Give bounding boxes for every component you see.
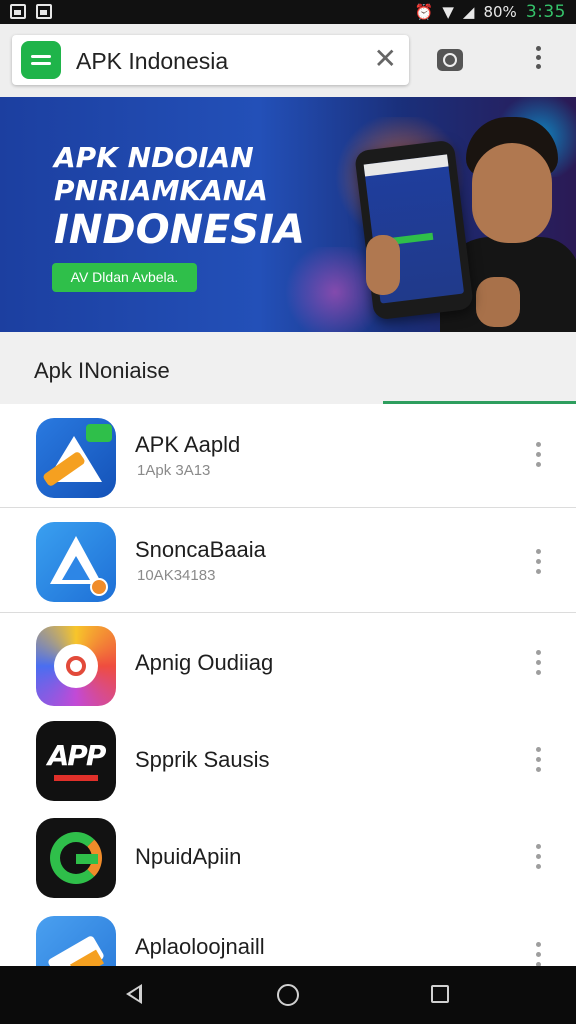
- banner-title-line2: PNRIAMKANA: [54, 174, 268, 207]
- banner-title-line3: INDONESIA: [54, 207, 306, 253]
- app-name: Apnig Oudiiag: [135, 650, 274, 675]
- more-vert-icon[interactable]: [528, 650, 548, 682]
- list-item[interactable]: SnoncaBaaia 10AK34183: [0, 509, 576, 613]
- app-logo-icon: [21, 41, 61, 79]
- image-notification-icon: [10, 4, 26, 19]
- recents-icon[interactable]: [431, 985, 449, 1003]
- circle-gradient-icon: [36, 626, 116, 706]
- section-header: Apk INoniaise: [0, 332, 576, 404]
- clock: 3:35: [525, 2, 566, 22]
- more-vert-icon[interactable]: [528, 442, 548, 474]
- apk-arrow-icon: [36, 418, 116, 498]
- camera-icon[interactable]: [437, 49, 463, 71]
- app-name: Aplaoloojnaill: [135, 934, 265, 959]
- home-icon[interactable]: [277, 984, 299, 1006]
- list-item[interactable]: APK Aapld 1Apk 3A13: [0, 404, 576, 508]
- list-item[interactable]: APP Spprik Sausis: [0, 715, 576, 819]
- app-name: SnoncaBaaia: [135, 537, 266, 562]
- alarm-icon: ⏰: [414, 3, 434, 21]
- more-vert-icon[interactable]: [528, 549, 548, 581]
- app-name: APK Aapld: [135, 432, 241, 457]
- close-icon[interactable]: ✕: [374, 44, 397, 74]
- image-notification-icon: [36, 4, 52, 19]
- search-box[interactable]: APK Indonesia ✕: [12, 35, 409, 85]
- list-item[interactable]: Apnig Oudiiag: [0, 614, 576, 718]
- signal-icon: ◢: [462, 3, 475, 21]
- app-subtitle: 10AK34183: [137, 567, 216, 584]
- more-vert-icon[interactable]: [528, 46, 548, 76]
- app-name: Spprik Sausis: [135, 747, 270, 772]
- app-text-icon: APP: [36, 721, 116, 801]
- a-triangle-icon: [36, 522, 116, 602]
- banner-cta-button[interactable]: AV Dldan Avbela.: [52, 263, 197, 292]
- promo-banner[interactable]: APK NDOIAN PNRIAMKANA INDONESIA AV Dldan…: [0, 97, 576, 332]
- navigation-bar: [0, 966, 576, 1024]
- banner-title-line1: APK NDOIAN: [54, 141, 254, 174]
- banner-phone-image: [354, 139, 474, 321]
- app-list: APK Aapld 1Apk 3A13 SnoncaBaaia 10AK3418…: [0, 404, 576, 966]
- app-name: NpuidApiin: [135, 844, 242, 869]
- top-bar: APK Indonesia ✕: [0, 24, 576, 97]
- list-item[interactable]: NpuidApiin: [0, 810, 576, 914]
- wifi-icon: ▼: [442, 3, 454, 21]
- arrow-tilt-icon: [36, 916, 116, 966]
- back-icon[interactable]: [126, 984, 142, 1004]
- more-vert-icon[interactable]: [528, 942, 548, 966]
- more-vert-icon[interactable]: [528, 844, 548, 876]
- more-vert-icon[interactable]: [528, 747, 548, 779]
- section-title: Apk INoniaise: [34, 358, 170, 383]
- g-logo-icon: [36, 818, 116, 898]
- search-input[interactable]: APK Indonesia: [76, 48, 228, 75]
- status-bar: ⏰ ▼ ◢ 80% 3:35: [0, 0, 576, 24]
- battery-level: 80%: [483, 3, 517, 21]
- list-item[interactable]: Aplaoloojnaill: [0, 908, 576, 966]
- app-subtitle: 1Apk 3A13: [137, 462, 211, 479]
